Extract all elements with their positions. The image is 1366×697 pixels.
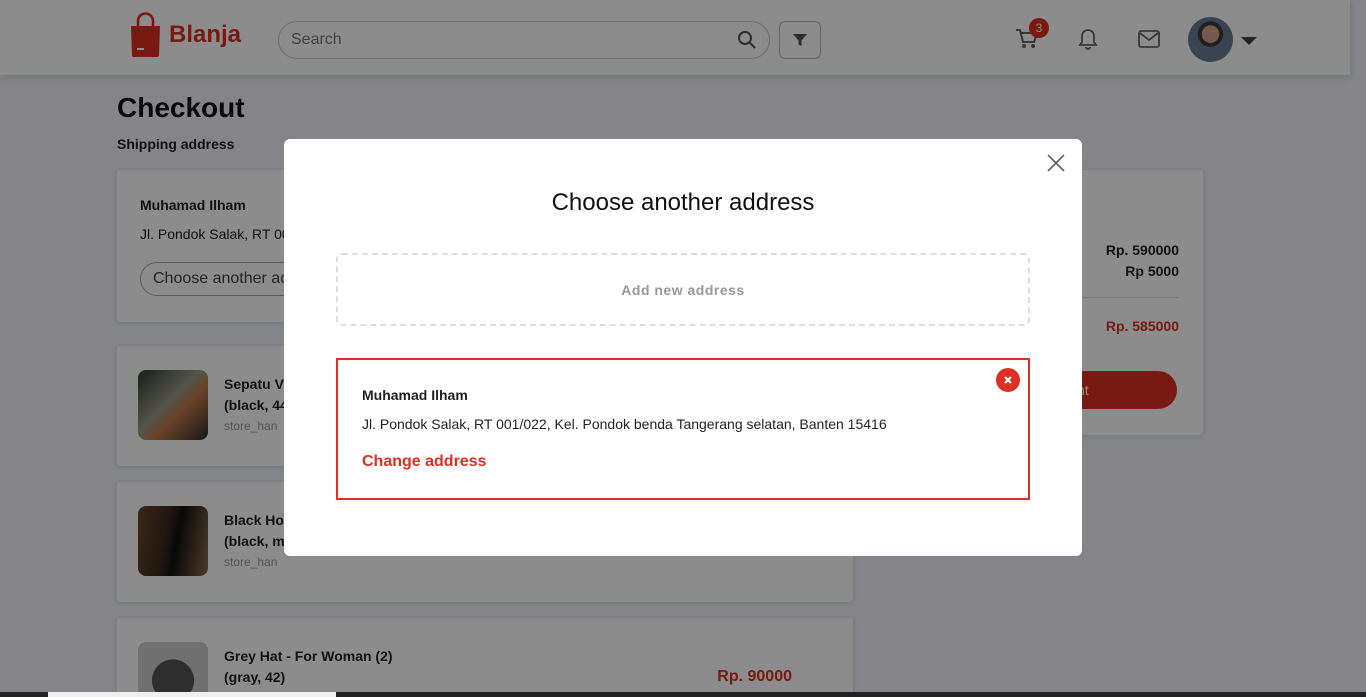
remove-address-button[interactable] [996,368,1020,392]
address-text: Jl. Pondok Salak, RT 001/022, Kel. Pondo… [362,416,887,432]
modal-title: Choose another address [551,189,815,216]
selected-address-card[interactable]: Muhamad Ilham Jl. Pondok Salak, RT 001/0… [336,358,1030,500]
choose-address-modal: Choose another address Add new address M… [284,139,1082,556]
close-icon[interactable] [1044,151,1068,175]
address-name: Muhamad Ilham [362,387,468,403]
close-icon [1004,376,1012,384]
add-new-address-button[interactable]: Add new address [336,253,1030,326]
change-address-link[interactable]: Change address [362,453,486,471]
bottom-bar [0,692,1366,697]
bottom-bar-segment [48,692,336,697]
